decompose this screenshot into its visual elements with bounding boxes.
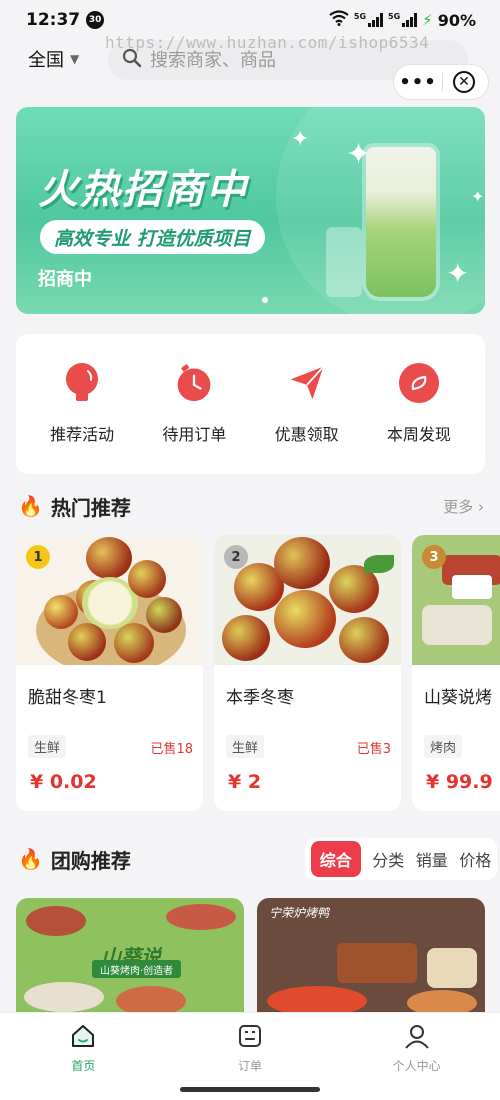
product-name: 脆甜冬枣1 [28, 688, 107, 708]
close-icon[interactable]: ✕ [453, 71, 475, 93]
group-card-brand: 宁荣炉烤鸭 [269, 906, 330, 920]
promo-banner[interactable]: ✦ ✦ ✦ ✦ 火热招商中 高效专业 打造优质项目 招商中 [16, 107, 485, 314]
group-card-tagline: 山葵烤肉·创造者 [92, 960, 182, 978]
drink-cup-image [366, 147, 436, 297]
banner-tag: 招商中 [38, 269, 92, 290]
rank-badge: 3 [422, 545, 446, 569]
product-image: 3 [412, 535, 500, 665]
tab-label: 订单 [237, 1059, 262, 1073]
bulb-icon [62, 363, 102, 403]
more-link[interactable]: 更多 › [443, 496, 484, 517]
product-category: 烤肉 [424, 735, 463, 758]
tab-label: 首页 [71, 1059, 96, 1073]
sparkle-icon: ✦ [291, 127, 310, 152]
caret-down-icon: ▼ [70, 52, 80, 66]
signal-icon-2: 5G [388, 13, 418, 27]
region-label: 全国 [28, 50, 64, 71]
sort-tab-price[interactable]: 价格 [459, 847, 491, 871]
sparkle-icon: ✦ [446, 257, 470, 290]
order-icon [237, 1023, 263, 1052]
status-time: 12:37 [26, 10, 81, 30]
tab-profile[interactable]: 个人中心 [357, 1023, 477, 1100]
product-price: ¥ 0.02 [30, 771, 97, 793]
compass-icon [398, 363, 439, 403]
product-sold-count: 已售18 [150, 742, 193, 757]
status-bar: 12:37 30 5G 5G ⚡ 90% [0, 0, 500, 40]
sort-tab-comprehensive[interactable]: 综合 [310, 841, 361, 877]
fire-icon: 🔥 [18, 494, 43, 518]
product-price: ¥ 2 [228, 771, 262, 793]
signal-icon: 5G [354, 13, 384, 27]
sparkle-icon: ✦ [471, 187, 485, 206]
quick-nav-label: 推荐活动 [50, 425, 115, 444]
user-icon [404, 1023, 430, 1052]
quick-nav-item[interactable]: 推荐活动 [32, 363, 132, 445]
tab-label: 个人中心 [392, 1059, 441, 1073]
product-price: ¥ 99.9 [426, 771, 493, 793]
product-category: 生鲜 [226, 735, 265, 758]
quick-nav-label: 待用订单 [162, 425, 227, 444]
rank-badge: 2 [224, 545, 248, 569]
quick-nav-item[interactable]: 待用订单 [144, 363, 244, 445]
status-badge: 30 [86, 11, 105, 29]
region-selector[interactable]: 全国 ▼ [28, 46, 79, 72]
sort-tabs: 综合 分类 销量 价格 [305, 838, 497, 880]
product-name: 山葵说烤 [424, 688, 492, 708]
capsule-divider [442, 73, 443, 91]
search-input[interactable] [150, 49, 410, 71]
header: 全国 ▼ ••• ✕ [0, 40, 500, 100]
group-section-header: 🔥 团购推荐 [18, 844, 298, 874]
carousel-indicator [262, 297, 268, 303]
quick-nav-item[interactable]: 本周发现 [369, 363, 469, 445]
home-icon [70, 1023, 96, 1052]
sort-tab-category[interactable]: 分类 [372, 847, 404, 871]
charging-icon: ⚡ [422, 11, 433, 29]
product-card[interactable]: 2 本季冬枣 生鲜 已售3 ¥ 2 [214, 535, 401, 811]
hot-section-title: 热门推荐 [50, 495, 131, 520]
tab-home[interactable]: 首页 [23, 1023, 143, 1100]
banner-title: 火热招商中 [38, 167, 248, 213]
more-menu-button[interactable]: ••• [394, 72, 442, 93]
mini-program-capsule: ••• ✕ [393, 64, 489, 100]
product-image: 1 [16, 535, 203, 665]
group-section-title: 团购推荐 [50, 848, 131, 873]
quick-nav-item[interactable]: 优惠领取 [257, 363, 357, 445]
product-image: 2 [214, 535, 401, 665]
search-icon [122, 48, 142, 72]
drink-cup-small [326, 227, 362, 297]
group-buy-card[interactable]: 宁荣炉烤鸭 [257, 898, 485, 1018]
wifi-icon [329, 10, 349, 30]
group-buy-card[interactable]: 山葵说 山葵烤肉·创造者 [16, 898, 244, 1018]
home-indicator [180, 1087, 320, 1092]
hot-product-list: 1 脆甜冬枣1 生鲜 已售18 ¥ 0.02 2 本季冬枣 生鲜 已售3 ¥ 2… [16, 535, 500, 811]
quick-nav-label: 优惠领取 [274, 425, 339, 444]
sort-tab-sales[interactable]: 销量 [416, 847, 448, 871]
quick-nav: 推荐活动 待用订单 优惠领取 本周发现 [16, 334, 485, 474]
product-card[interactable]: 3 山葵说烤 烤肉 ¥ 99.9 [412, 535, 500, 811]
quick-nav-label: 本周发现 [386, 425, 451, 444]
battery-level: 90% [437, 10, 476, 30]
clock-icon [174, 363, 214, 403]
fire-icon: 🔥 [18, 847, 43, 871]
send-icon [287, 363, 327, 403]
product-category: 生鲜 [28, 735, 67, 758]
hot-section-header: 🔥 热门推荐 更多 › [18, 491, 484, 521]
product-sold-count: 已售3 [356, 742, 391, 757]
product-card[interactable]: 1 脆甜冬枣1 生鲜 已售18 ¥ 0.02 [16, 535, 203, 811]
rank-badge: 1 [26, 545, 50, 569]
banner-subtitle: 高效专业 打造优质项目 [40, 220, 265, 254]
product-name: 本季冬枣 [226, 688, 294, 708]
